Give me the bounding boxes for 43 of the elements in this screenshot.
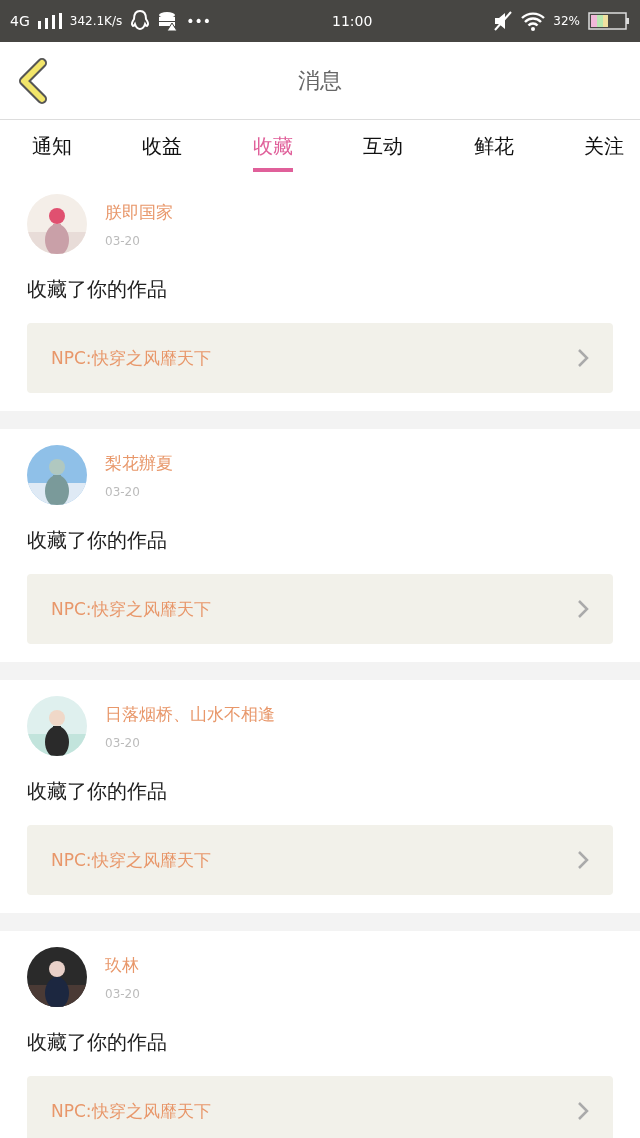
message-text: 收藏了你的作品: [27, 1029, 168, 1056]
work-card[interactable]: NPC:快穿之风靡天下: [27, 825, 613, 895]
user-name[interactable]: 朕即国家: [105, 200, 173, 224]
more-label: •••: [186, 13, 212, 29]
date-label: 03-20: [105, 986, 140, 1001]
back-button[interactable]: [16, 58, 50, 104]
message-text: 收藏了你的作品: [27, 778, 168, 805]
date-label: 03-20: [105, 735, 141, 750]
date-label: 03-20: [105, 233, 141, 248]
work-title: NPC:快穿之风靡天下: [51, 346, 212, 370]
date-label: 03-20: [105, 484, 141, 499]
tab[interactable]: 通知: [32, 120, 72, 172]
tab[interactable]: 互动: [363, 120, 404, 172]
work-title: NPC:快穿之风靡天下: [51, 848, 212, 872]
battery-icon: [588, 12, 630, 30]
work-card[interactable]: NPC:快穿之风靡天下: [27, 323, 613, 393]
user-name[interactable]: 玖林: [105, 953, 140, 977]
mute-icon: [493, 11, 514, 31]
tab[interactable]: 鲜花: [473, 120, 514, 172]
message-text: 收藏了你的作品: [27, 527, 168, 554]
chevron-icon: [577, 1101, 589, 1121]
network-label: 4G: [10, 13, 30, 29]
time-label: 11:00: [332, 13, 373, 29]
message-text: 收藏了你的作品: [27, 276, 168, 303]
wifi-icon: [521, 11, 546, 31]
penguin-icon: [130, 10, 151, 32]
work-title: NPC:快穿之风靡天下: [51, 1099, 212, 1123]
signal-icon: [37, 13, 62, 29]
tab[interactable]: 收藏: [252, 120, 293, 172]
user-name[interactable]: 日落烟桥、山水不相逢: [105, 702, 275, 726]
chevron-icon: [577, 348, 589, 368]
work-title: NPC:快穿之风靡天下: [51, 597, 212, 621]
tab[interactable]: 收益: [142, 120, 183, 172]
chevron-icon: [577, 599, 589, 619]
battery-label: 32%: [553, 14, 580, 28]
speed-label: 342.1K/s: [69, 14, 123, 28]
database-icon: [158, 11, 179, 31]
user-name[interactable]: 梨花辦夏: [105, 451, 173, 475]
page-title: 消息: [298, 66, 342, 95]
work-card[interactable]: NPC:快穿之风靡天下: [27, 574, 613, 644]
chevron-icon: [577, 850, 589, 870]
work-card[interactable]: NPC:快穿之风靡天下: [27, 1076, 613, 1138]
tab[interactable]: 关注: [583, 120, 624, 172]
